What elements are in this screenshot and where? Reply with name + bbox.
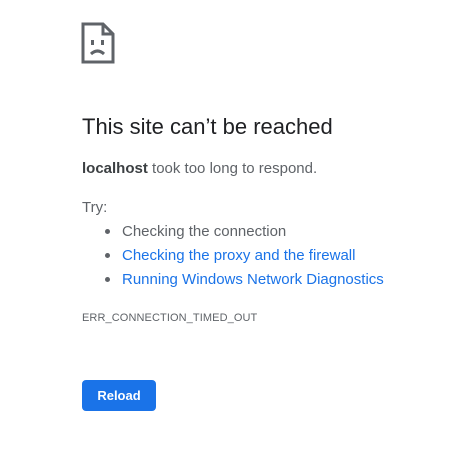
reload-button[interactable]: Reload bbox=[82, 380, 156, 411]
page-title: This site can’t be reached bbox=[82, 114, 333, 139]
sad-document-icon bbox=[81, 22, 115, 64]
bullet-icon bbox=[105, 229, 110, 234]
bullet-icon bbox=[105, 253, 110, 258]
suggestion-proxy-firewall[interactable]: Checking the proxy and the firewall bbox=[82, 244, 384, 268]
error-code: ERR_CONNECTION_TIMED_OUT bbox=[82, 312, 258, 324]
summary-message: took too long to respond. bbox=[147, 160, 318, 177]
proxy-firewall-link[interactable]: Checking the proxy and the firewall bbox=[122, 247, 355, 264]
suggestions-list: Checking the connection Checking the pro… bbox=[82, 220, 384, 292]
error-summary: localhost took too long to respond. bbox=[82, 158, 317, 180]
host-name: localhost bbox=[82, 160, 148, 177]
bullet-icon bbox=[105, 277, 110, 282]
suggestion-checking-connection: Checking the connection bbox=[82, 220, 384, 244]
suggestion-label: Checking the connection bbox=[122, 223, 287, 240]
network-diagnostics-link[interactable]: Running Windows Network Diagnostics bbox=[122, 271, 384, 288]
suggestion-network-diagnostics[interactable]: Running Windows Network Diagnostics bbox=[82, 268, 384, 292]
try-label: Try: bbox=[82, 199, 108, 216]
